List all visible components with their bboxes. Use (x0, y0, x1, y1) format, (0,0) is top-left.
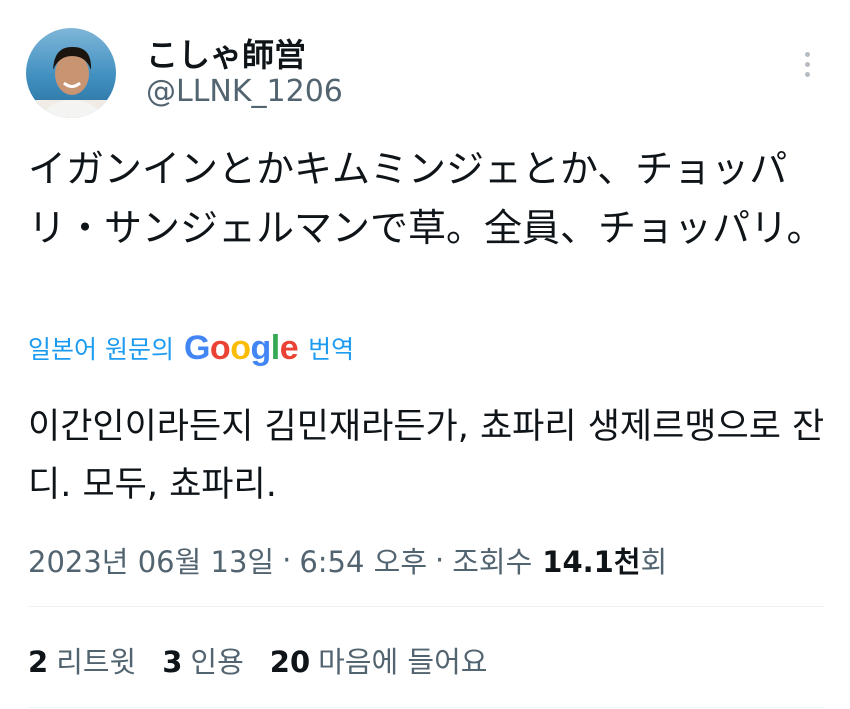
more-vertical-icon (804, 51, 810, 57)
more-options-button[interactable] (790, 44, 824, 84)
google-logo-letter: G (183, 328, 210, 367)
avatar[interactable] (26, 28, 116, 118)
google-logo: Google (183, 328, 299, 368)
translate-label-suffix: 번역 (308, 335, 355, 364)
google-logo-letter: l (270, 328, 280, 367)
views-suffix: 회 (640, 545, 668, 579)
author-name[interactable]: こしゃ師営 (146, 30, 306, 76)
views-count: 14.1천 (542, 545, 641, 579)
tweet-stats: 2 리트윗 3 인용 20 마음에 들어요 (28, 640, 487, 680)
translated-text: 이간인이라든지 김민재라든가, 쵸파리 생제르맹으로 잔디. 모두, 쵸파리. (28, 407, 825, 505)
google-logo-letter: o (209, 328, 231, 367)
more-vertical-icon (804, 71, 810, 77)
translate-link[interactable]: 일본어 원문의 Google 번역 (28, 328, 354, 368)
google-logo-letter: g (250, 328, 271, 367)
meta-separator: · (282, 543, 292, 577)
retweets-label: 리트윗 (56, 645, 137, 679)
retweets-stat[interactable]: 2 리트윗 (28, 639, 136, 681)
tweet-text: イガンインとかキムミンジェとか、チョッパリ・サンジェルマンで草。全員、チョッパリ… (28, 147, 825, 250)
tweet-time[interactable]: 6:54 오후 (299, 539, 427, 581)
divider (28, 707, 824, 708)
divider (28, 606, 824, 607)
likes-label: 마음에 들어요 (318, 645, 488, 679)
author-handle[interactable]: @LLNK_1206 (146, 74, 343, 109)
translate-label-prefix: 일본어 원문의 (28, 335, 174, 364)
likes-stat[interactable]: 20 마음에 들어요 (270, 639, 488, 681)
retweets-count: 2 (28, 645, 49, 679)
quotes-count: 3 (162, 645, 183, 679)
tweet-meta: 2023년 06월 13일 · 6:54 오후 · 조회수 14.1천 회 (28, 540, 667, 580)
google-logo-letter: e (279, 328, 299, 367)
avatar-image (26, 28, 116, 118)
google-logo-letter: o (230, 328, 251, 367)
tweet-date[interactable]: 2023년 06월 13일 (28, 539, 274, 581)
views-label: 조회수 (452, 545, 533, 579)
more-vertical-icon (804, 61, 810, 67)
quotes-label: 인용 (190, 645, 244, 679)
meta-separator: · (435, 543, 445, 577)
likes-count: 20 (269, 645, 311, 679)
quotes-stat[interactable]: 3 인용 (162, 639, 244, 681)
